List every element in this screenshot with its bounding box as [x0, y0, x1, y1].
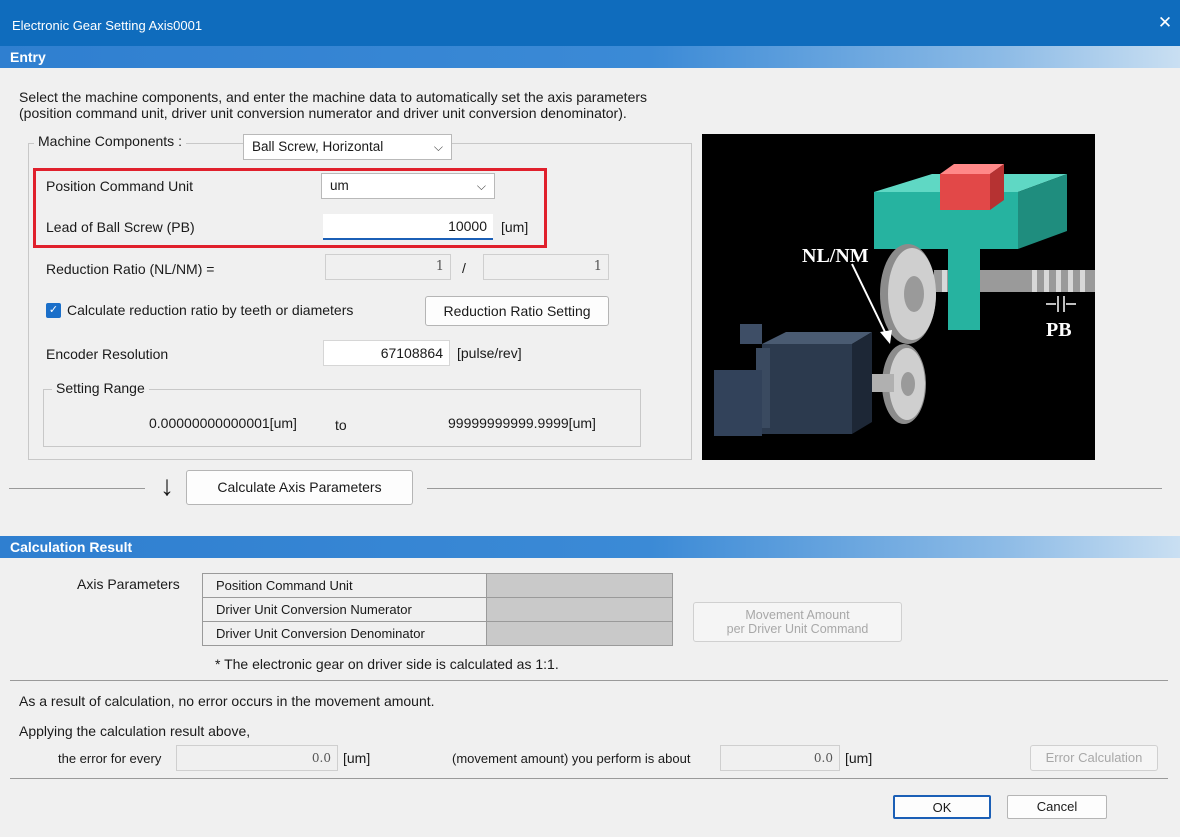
machine-components-select[interactable]: Ball Screw, Horizontal ⌵ [243, 134, 452, 160]
gear-nl-icon [880, 244, 936, 344]
error-calculation-button[interactable]: Error Calculation [1030, 745, 1158, 771]
reduction-separator: / [462, 260, 466, 276]
range-to: to [335, 417, 347, 433]
reduction-denominator: 1 [483, 254, 609, 280]
divider-left [9, 488, 145, 489]
result-message: As a result of calculation, no error occ… [19, 693, 435, 709]
position-command-unit-value: um [330, 178, 349, 193]
footnote: * The electronic gear on driver side is … [215, 656, 559, 672]
error-every-label: the error for every [58, 751, 162, 766]
range-min: 0.00000000000001[um] [149, 415, 297, 431]
machine-components-value: Ball Screw, Horizontal [252, 139, 384, 154]
description-line2: (position command unit, driver unit conv… [19, 105, 627, 121]
movement-button-line2: per Driver Unit Command [726, 622, 869, 636]
param-label: Position Command Unit [202, 573, 487, 598]
encoder-resolution-label: Encoder Resolution [46, 346, 169, 362]
movement-label: (movement amount) you perform is about [452, 751, 691, 766]
movement-value: 0.0 [720, 745, 840, 771]
ball-screw-illustration: NL/NM PB [702, 134, 1095, 460]
reduction-ratio-label: Reduction Ratio (NL/NM) = [46, 261, 215, 277]
movement-button-line1: Movement Amount [745, 608, 850, 622]
position-command-unit-label: Position Command Unit [46, 178, 194, 194]
lead-unit: [um] [501, 219, 529, 235]
error-every-unit: [um] [343, 750, 371, 766]
lead-label: Lead of Ball Screw (PB) [46, 219, 195, 235]
param-label: Driver Unit Conversion Denominator [202, 621, 487, 646]
axis-parameters-label: Axis Parameters [77, 576, 180, 592]
cancel-button[interactable]: Cancel [1007, 795, 1107, 819]
servo-motor-icon [714, 324, 894, 436]
param-value [486, 573, 673, 598]
title-bar: Electronic Gear Setting Axis0001 ✕ [0, 0, 1180, 46]
calc-checkbox-label: Calculate reduction ratio by teeth or di… [67, 302, 354, 318]
axis-parameters-table: Position Command Unit Driver Unit Conver… [202, 573, 673, 646]
calculation-result-header: Calculation Result [0, 536, 1180, 558]
calc-checkbox[interactable]: ✓ [46, 303, 61, 318]
position-command-unit-select[interactable]: um ⌵ [321, 173, 495, 199]
table-row: Driver Unit Conversion Numerator [202, 597, 673, 622]
lead-input[interactable]: 10000 [323, 214, 493, 240]
table-row: Position Command Unit [202, 573, 673, 598]
error-every-value: 0.0 [176, 745, 338, 771]
machine-components-label: Machine Components : [34, 133, 186, 149]
param-label: Driver Unit Conversion Numerator [202, 597, 487, 622]
setting-range-label: Setting Range [52, 380, 149, 396]
divider-footer [10, 778, 1168, 779]
arrow-down-icon: ↓ [160, 470, 174, 501]
param-value [486, 621, 673, 646]
param-value [486, 597, 673, 622]
reduction-numerator: 1 [325, 254, 451, 280]
reduction-ratio-setting-button[interactable]: Reduction Ratio Setting [425, 296, 609, 326]
table-row: Driver Unit Conversion Denominator [202, 621, 673, 646]
nl-nm-label: NL/NM [802, 245, 869, 267]
pb-label: PB [1046, 319, 1072, 341]
close-icon[interactable]: ✕ [1156, 14, 1174, 32]
encoder-unit: [pulse/rev] [457, 345, 522, 361]
window-title: Electronic Gear Setting Axis0001 [12, 18, 203, 33]
chevron-down-icon: ⌵ [476, 179, 486, 193]
divider-result [10, 680, 1168, 681]
movement-amount-button[interactable]: Movement Amount per Driver Unit Command [693, 602, 902, 642]
movement-unit: [um] [845, 750, 873, 766]
calculate-axis-parameters-button[interactable]: Calculate Axis Parameters [186, 470, 413, 505]
ok-button[interactable]: OK [893, 795, 991, 819]
range-max: 99999999999.9999[um] [448, 415, 596, 431]
entry-header: Entry [0, 46, 1180, 68]
divider-right [427, 488, 1162, 489]
applying-text: Applying the calculation result above, [19, 723, 251, 739]
chevron-down-icon: ⌵ [433, 140, 443, 154]
encoder-resolution-input[interactable]: 67108864 [323, 340, 450, 366]
description-line1: Select the machine components, and enter… [19, 89, 648, 105]
